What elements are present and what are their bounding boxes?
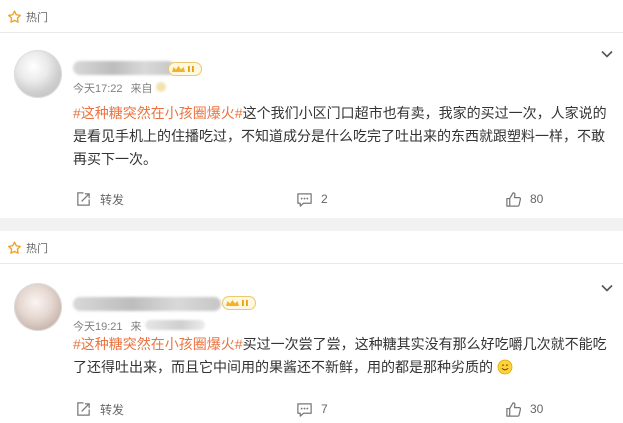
- hot-badge-icon: [8, 9, 21, 23]
- like-button[interactable]: 80: [505, 188, 543, 210]
- repost-icon: [77, 191, 90, 206]
- source-blur: [144, 320, 205, 330]
- like-icon: [506, 401, 522, 417]
- repost-button[interactable]: 转发: [75, 188, 124, 210]
- comment-count: 7: [321, 402, 328, 416]
- like-button[interactable]: 30: [505, 398, 543, 420]
- hot-header: 热门: [7, 239, 48, 257]
- hot-badge-icon: [8, 240, 21, 254]
- action-bar: 转发 7 30: [0, 398, 623, 420]
- card-separator: [0, 218, 623, 231]
- feed-card-2: 热门 今天19:21 来 #这种糖突然在小孩圈爆火#买过一次尝了尝，这种糖其实没…: [0, 231, 623, 423]
- like-count: 80: [530, 192, 544, 206]
- like-icon: [506, 191, 522, 207]
- chevron-down-icon[interactable]: [600, 281, 614, 295]
- comment-icon: [297, 192, 312, 207]
- source-blur: [155, 82, 166, 92]
- hot-header: 热门: [7, 8, 48, 26]
- repost-icon: [77, 401, 90, 416]
- topic-tag[interactable]: #这种糖突然在小孩圈爆火#: [73, 105, 243, 121]
- post-meta: 今天19:21 来: [73, 318, 205, 334]
- feed-card-1: 热门 今天17:22 来自 #这种糖突然在小孩圈爆火#这个我们小区门口超市也有卖…: [0, 0, 623, 218]
- post-content: #这种糖突然在小孩圈爆火#买过一次尝了尝，这种糖其实没有那么好吃嚼几次就不能吃了…: [73, 333, 608, 379]
- post-time[interactable]: 今天19:21: [73, 318, 123, 334]
- like-count: 30: [530, 402, 544, 416]
- member-badge-icon[interactable]: [222, 296, 256, 310]
- action-bar: 转发 2 80: [0, 188, 623, 210]
- comment-button[interactable]: 2: [296, 188, 328, 210]
- hot-label: 热门: [26, 12, 48, 24]
- comment-icon: [297, 402, 312, 417]
- avatar[interactable]: [14, 50, 62, 98]
- username[interactable]: [73, 61, 175, 75]
- avatar[interactable]: [14, 283, 62, 331]
- header-divider: [0, 32, 623, 33]
- topic-tag[interactable]: #这种糖突然在小孩圈爆火#: [73, 336, 243, 352]
- repost-label: 转发: [100, 402, 125, 417]
- username[interactable]: [73, 297, 221, 311]
- comment-button[interactable]: 7: [296, 398, 328, 420]
- post-source: 来自: [131, 80, 166, 96]
- post-meta: 今天17:22 来自: [73, 80, 166, 96]
- chevron-down-icon[interactable]: [600, 47, 614, 61]
- hot-label: 热门: [26, 243, 48, 255]
- comment-count: 2: [321, 192, 328, 206]
- post-source: 来: [131, 318, 205, 334]
- repost-label: 转发: [100, 192, 125, 207]
- post-content: #这种糖突然在小孩圈爆火#这个我们小区门口超市也有卖，我家的买过一次，人家说的是…: [73, 102, 608, 171]
- repost-button[interactable]: 转发: [75, 398, 124, 420]
- member-badge-icon[interactable]: [168, 62, 202, 76]
- post-time[interactable]: 今天17:22: [73, 80, 123, 96]
- header-divider: [0, 263, 623, 264]
- smile-emoji-icon: [497, 359, 513, 375]
